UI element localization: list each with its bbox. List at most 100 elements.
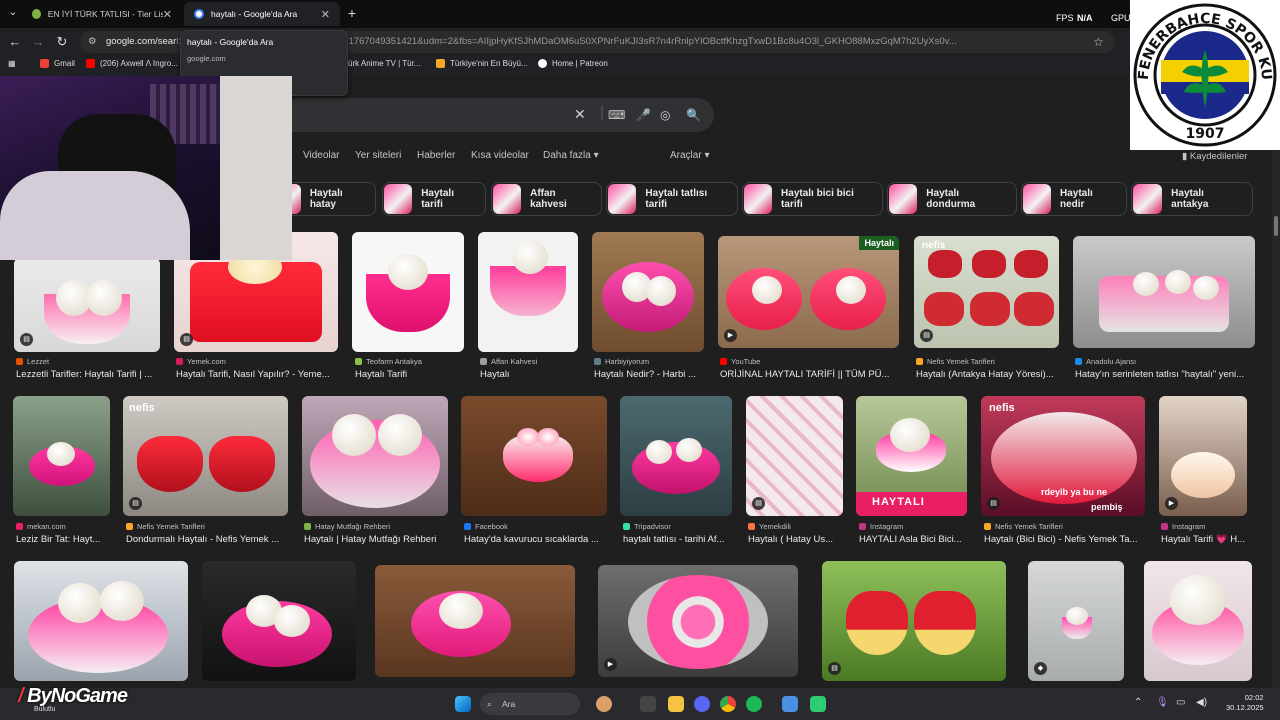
tab-news[interactable]: Haberler [417,150,455,161]
close-tab-icon[interactable]: ✕ [163,8,172,21]
image-title[interactable]: HAYTALI Asla Bici Bici... [859,534,969,545]
bookmark-anime[interactable]: ürk Anime TV | Tür... [348,59,420,68]
search-box[interactable]: ✕ | ⌨ 🎤 ◎ 🔍 [292,98,714,132]
bookmark-patreon[interactable]: Home | Patreon [538,59,608,68]
widgets-icon[interactable] [596,696,612,712]
network-icon[interactable]: ▭ [1176,697,1185,708]
image-result[interactable]: ▤ [822,561,1006,681]
image-source[interactable]: Nefis Yemek Tarifleri [916,357,995,366]
keyboard-icon[interactable]: ⌨ [608,108,625,122]
image-result[interactable] [620,396,732,516]
image-result[interactable] [202,561,356,681]
image-result[interactable] [592,232,704,352]
close-tab-icon[interactable]: ✕ [321,8,330,21]
chip-haytali-antakya[interactable]: Haytalı antakya [1131,182,1253,216]
chip-haytali-tatlisi-tarifi[interactable]: Haytalı tatlısı tarifi [606,182,738,216]
file-explorer-icon[interactable] [668,696,684,712]
chrome-icon[interactable] [720,696,736,712]
app-icon[interactable] [810,696,826,712]
windows-start-icon[interactable] [455,696,471,712]
chip-haytali-dondurma[interactable]: Haytalı dondurma [887,182,1017,216]
image-result[interactable]: ◆ [1028,561,1124,681]
microphone-icon[interactable]: 🎤 [636,108,651,122]
image-title[interactable]: Hatay'da kavurucu sıcaklarda ... [464,534,608,545]
tab-more[interactable]: Daha fazla ▾ [543,150,599,161]
tab-places[interactable]: Yer siteleri [355,150,401,161]
search-icon[interactable]: 🔍 [686,108,701,122]
bookmark-star-icon[interactable]: ☆ [1093,35,1104,49]
app-icon[interactable] [782,696,798,712]
image-source[interactable]: Nefis Yemek Tarifleri [984,522,1063,531]
image-result[interactable] [375,565,575,677]
image-source[interactable]: Nefis Yemek Tarifleri [126,522,205,531]
back-button[interactable]: ← [6,34,24,50]
image-result[interactable]: ▶ [598,565,798,677]
image-result[interactable]: nefis rdeyib ya bu ne pembiş ▤ [981,396,1145,516]
image-result[interactable] [478,232,578,352]
taskbar-search[interactable]: ⌕ Ara [480,693,580,715]
discord-icon[interactable] [694,696,710,712]
tab-short-videos[interactable]: Kısa videolar [471,150,529,161]
image-title[interactable]: Haytalı [480,369,578,380]
image-title[interactable]: Haytalı Tarifi, Nasıl Yapılır? - Yeme... [176,369,336,380]
chip-affan-kahvesi[interactable]: Affan kahvesi [491,182,602,216]
image-source[interactable]: Instagram [1161,522,1205,531]
mic-tray-icon[interactable]: 🎙 [1156,697,1169,708]
image-result[interactable] [352,232,464,352]
image-source[interactable]: Lezzet [16,357,49,366]
scrollbar-thumb[interactable] [1274,216,1278,236]
reload-button[interactable]: ↻ [53,34,71,50]
chip-haytali-bici-bici[interactable]: Haytalı bici bici tarifi [742,182,883,216]
image-result[interactable]: nefis ▤ [123,396,288,516]
image-result[interactable] [14,561,188,681]
tools-button[interactable]: Araçlar ▾ [670,150,709,161]
image-result[interactable]: ▶ [1159,396,1247,516]
new-tab-button[interactable]: + [343,5,361,23]
image-result[interactable]: HAYTALI [856,396,967,516]
image-result[interactable]: nefis ▤ [914,236,1059,348]
tray-chevron-icon[interactable]: ⌃ [1134,697,1142,708]
lens-icon[interactable]: ◎ [660,108,670,122]
bookmark-turkiye[interactable]: Türkiye'nin En Büyü... [436,59,528,68]
tab-search-icon[interactable]: ⌄ [4,5,22,21]
image-title[interactable]: Haytalı Tarifi [355,369,465,380]
image-title[interactable]: Haytalı | Hatay Mutfağı Rehberi [304,534,450,545]
image-result[interactable] [13,396,110,516]
image-result[interactable] [461,396,607,516]
image-source[interactable]: Facebook [464,522,508,531]
image-title[interactable]: Haytalı Tarifi 💗 H... [1161,534,1251,545]
bookmark-youtube[interactable]: (206) Axwell Λ Ingro... [86,59,178,68]
image-source[interactable]: Tripadvisor [623,522,671,531]
image-title[interactable]: Lezzetli Tarifler: Haytalı Tarifi | ... [16,369,162,380]
saved-button[interactable]: ▮ Kaydedilenler [1182,151,1247,162]
bookmark-gmail[interactable]: Gmail [40,59,75,68]
image-result[interactable] [1144,561,1252,681]
system-clock[interactable]: 02:02 30.12.2025 [1226,693,1264,713]
tab-google-search[interactable]: haytalı - Google'da Ara ✕ [184,2,340,26]
image-title[interactable]: Hatay'ın serinleten tatlısı "haytalı" ye… [1075,369,1255,380]
chip-haytali-tarifi[interactable]: Haytalı tarifi [382,182,486,216]
apps-grid-icon[interactable]: ▦ [8,59,16,68]
image-title[interactable]: haytalı tatlısı - tarihi Af... [623,534,733,545]
image-title[interactable]: Dondurmalı Haytalı - Nefis Yemek ... [126,534,288,545]
image-result[interactable]: ▤ [14,258,160,352]
image-source[interactable]: Teofarm Antakya [355,357,422,366]
image-title[interactable]: Leziz Bir Tat: Hayt... [16,534,112,545]
image-result[interactable]: Haytalı ▶ [718,236,899,348]
task-view-icon[interactable] [640,696,656,712]
page-scrollbar[interactable] [1272,76,1280,688]
image-title[interactable]: Haytalı ( Hatay Us... [748,534,844,545]
image-title[interactable]: Haytalı (Bici Bici) - Nefis Yemek Ta... [984,534,1148,545]
image-source[interactable]: YouTube [720,357,760,366]
image-result[interactable] [302,396,448,516]
image-source[interactable]: mekan.com [16,522,66,531]
image-result[interactable]: ▤ [746,396,843,516]
image-source[interactable]: Affan Kahvesi [480,357,537,366]
spotify-icon[interactable] [746,696,762,712]
image-result[interactable] [1073,236,1255,348]
image-title[interactable]: ORİJİNAL HAYTALI TARİFİ || TÜM PÜ... [720,369,900,380]
forward-button[interactable]: → [29,34,47,50]
image-source[interactable]: Yemekdili [748,522,791,531]
image-title[interactable]: Haytalı (Antakya Hatay Yöresi)... [916,369,1061,380]
image-source[interactable]: Instagram [859,522,903,531]
